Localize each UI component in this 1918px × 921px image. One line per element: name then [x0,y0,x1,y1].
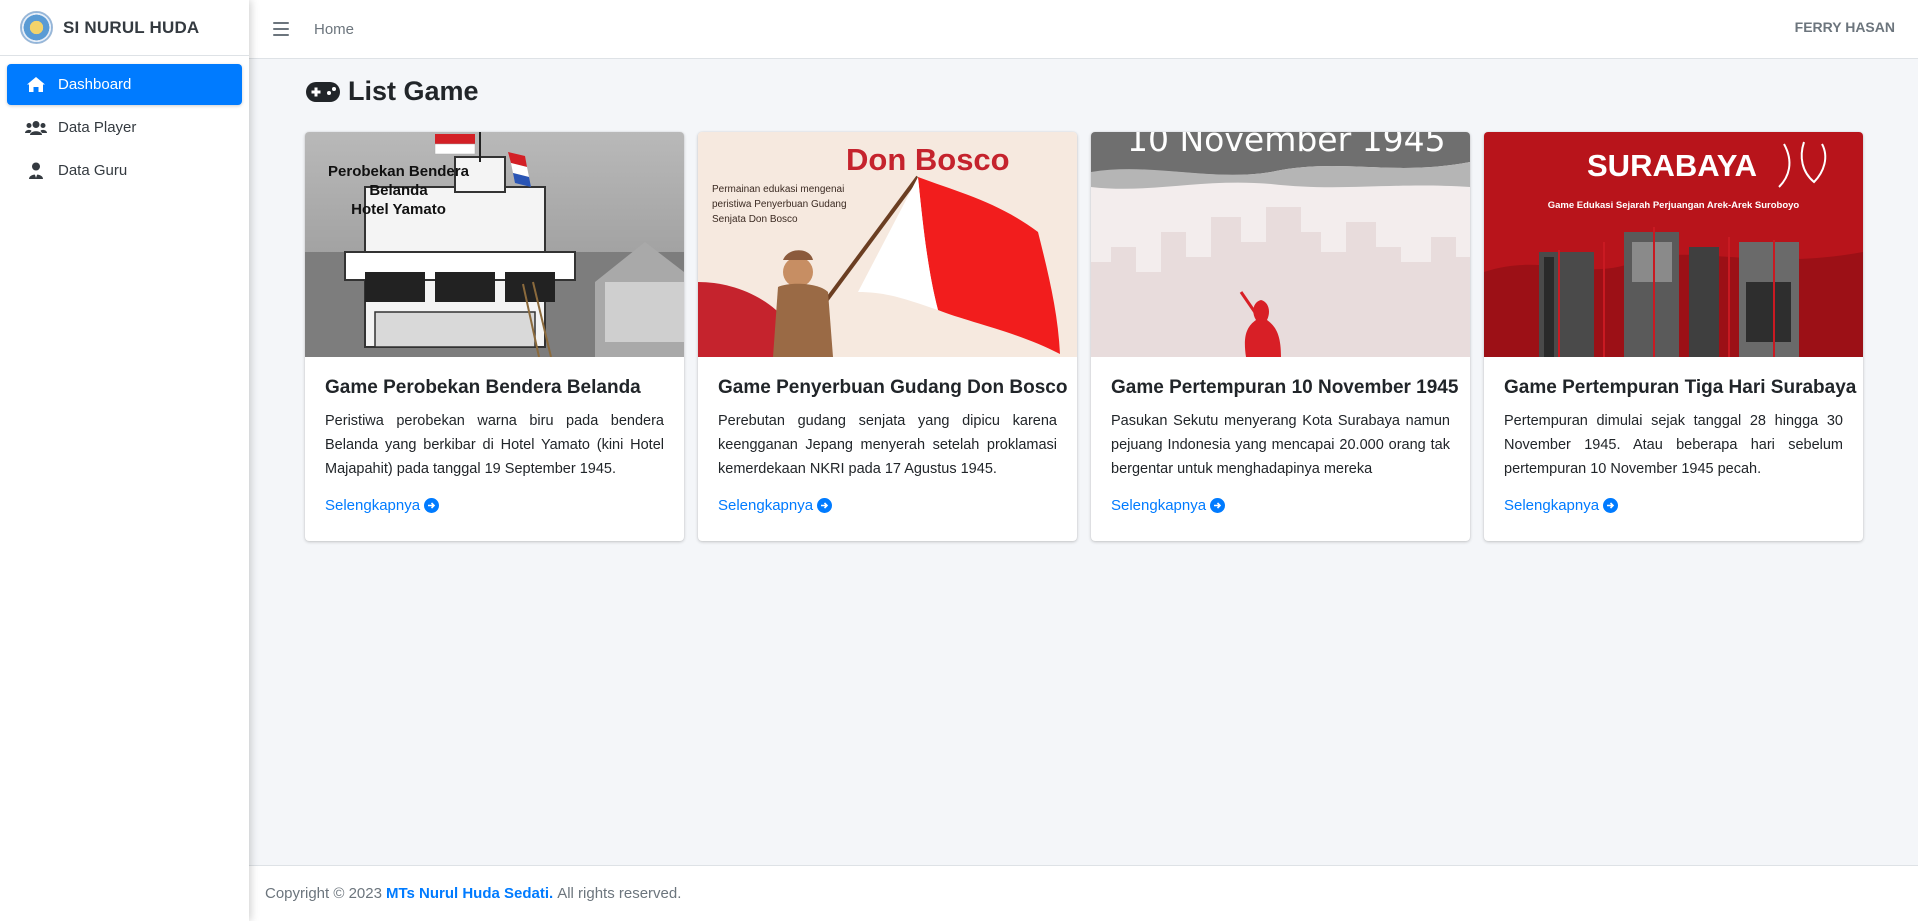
footer: Copyright © 2023 MTs Nurul Huda Sedati. … [249,865,1918,921]
arrow-circle-right-icon [1210,498,1226,513]
sidebar-item-dashboard[interactable]: Dashboard [7,64,242,105]
page-heading: List Game [305,76,479,107]
footer-org-link[interactable]: MTs Nurul Huda Sedati. [386,885,553,902]
read-more-link[interactable]: Selengkapnya [718,497,833,514]
sidebar-item-label: Data Player [58,119,137,136]
read-more-link[interactable]: Selengkapnya [1504,497,1619,514]
card-title: Game Pertempuran Tiga Hari Surabaya [1504,377,1857,398]
card-body: Game Pertempuran 10 November 1945 Pasuka… [1091,357,1470,515]
card-description: Peristiwa perobekan warna biru pada bend… [325,413,664,477]
game-thumbnail: 10 November 1945 [1091,132,1470,357]
thumbnail-text: SURABAYA [1587,148,1757,183]
copyright-text: Copyright © 2023 [265,885,382,902]
game-card: Don Bosco Permainan edukasi mengenai per… [698,132,1077,541]
sidebar-item-data-guru[interactable]: Data Guru [7,150,242,191]
game-thumbnail: SURABAYA Game Edukasi Sejarah Perjuangan… [1484,132,1863,357]
nav-home-link[interactable]: Home [314,21,354,38]
card-body: Game Perobekan Bendera Belanda Peristiwa… [305,357,684,515]
school-logo [20,11,53,44]
sidebar-nav: Dashboard Data Player Data Guru [0,56,249,201]
game-thumbnail: Perobekan Bendera Belanda Hotel Yamato [305,132,684,357]
sidebar-item-label: Dashboard [58,76,132,93]
gamepad-icon [306,81,340,102]
card-description: Pasukan Sekutu menyerang Kota Surabaya n… [1111,413,1450,477]
thumbnail-text: 10 November 1945 [1127,132,1446,159]
user-name[interactable]: FERRY HASAN [1795,19,1895,35]
main-content: List Game Perobekan Bendera Belanda Hote… [249,59,1918,865]
card-title: Game Pertempuran 10 November 1945 [1111,377,1459,398]
card-title: Game Perobekan Bendera Belanda [325,377,641,398]
card-body: Game Penyerbuan Gudang Don Bosco Perebut… [698,357,1077,515]
game-thumbnail: Don Bosco Permainan edukasi mengenai per… [698,132,1077,357]
card-title: Game Penyerbuan Gudang Don Bosco [718,377,1068,398]
thumbnail-text: Perobekan Bendera Belanda Hotel Yamato [328,163,469,218]
thumbnail-subtext: Permainan edukasi mengenai peristiwa Pen… [712,184,847,225]
brand-link[interactable]: SI NURUL HUDA [0,0,249,56]
top-navbar: Home FERRY HASAN [249,0,1918,59]
card-description: Pertempuran dimulai sejak tanggal 28 hin… [1504,413,1843,477]
sidebar-item-label: Data Guru [58,162,128,179]
user-tie-icon [25,162,47,180]
home-icon [25,76,47,94]
thumbnail-subtext: Game Edukasi Sejarah Perjuangan Arek-Are… [1547,200,1800,211]
game-card-list: Perobekan Bendera Belanda Hotel Yamato G… [305,132,1863,541]
game-card: Perobekan Bendera Belanda Hotel Yamato G… [305,132,684,541]
arrow-circle-right-icon [817,498,833,513]
thumbnail-text: Don Bosco [846,142,1010,177]
game-card: 10 November 1945 Game Pertempuran 10 Nov… [1091,132,1470,541]
sidebar-item-data-player[interactable]: Data Player [7,107,242,148]
sidebar: SI NURUL HUDA Dashboard Data Player Data… [0,0,249,921]
arrow-circle-right-icon [1603,498,1619,513]
hamburger-icon[interactable] [273,22,289,36]
card-description: Perebutan gudang senjata yang dipicu kar… [718,413,1057,477]
users-icon [25,119,47,137]
card-body: Game Pertempuran Tiga Hari Surabaya Pert… [1484,357,1863,515]
arrow-circle-right-icon [424,498,440,513]
read-more-link[interactable]: Selengkapnya [1111,497,1226,514]
rights-text: All rights reserved. [557,885,682,902]
game-card: SURABAYA Game Edukasi Sejarah Perjuangan… [1484,132,1863,541]
brand-name: SI NURUL HUDA [63,17,200,37]
read-more-link[interactable]: Selengkapnya [325,497,440,514]
page-title: List Game [348,76,479,106]
